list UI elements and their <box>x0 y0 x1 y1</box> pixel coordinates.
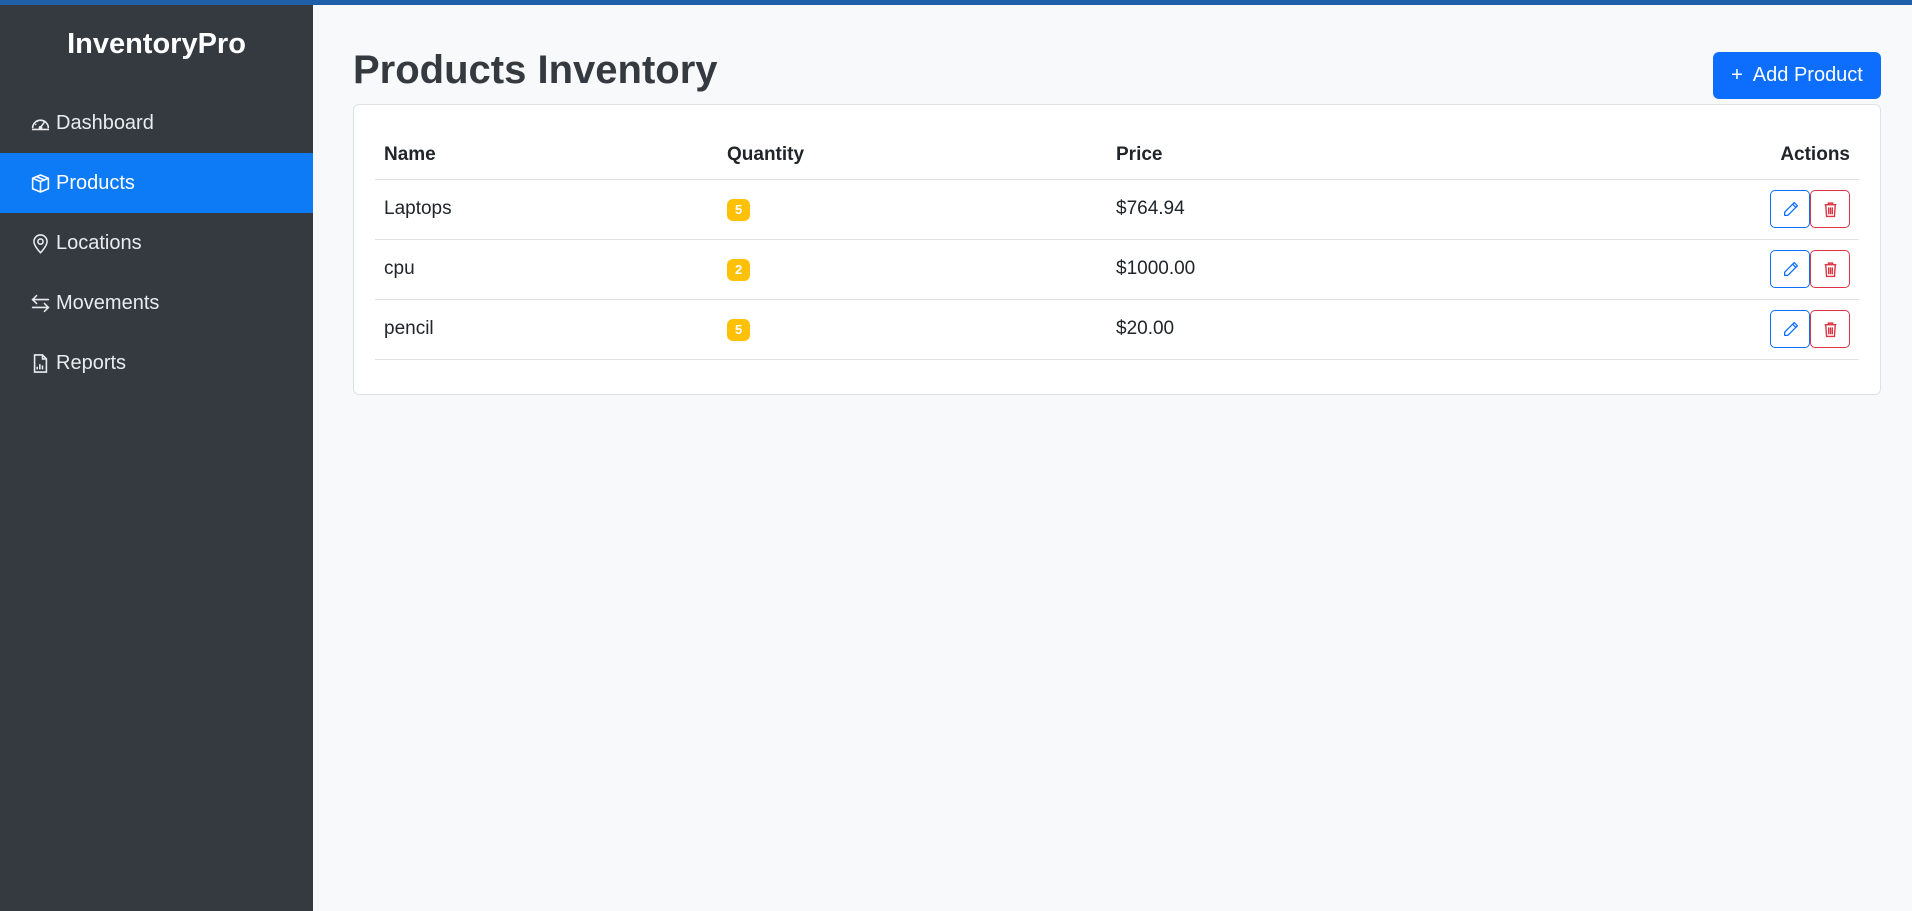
sidebar-item-products[interactable]: Products <box>0 153 313 213</box>
products-table: Name Quantity Price Actions Laptops 5 $7… <box>375 132 1859 360</box>
quantity-badge: 5 <box>727 198 751 221</box>
sidebar-item-dashboard[interactable]: Dashboard <box>0 93 313 153</box>
table-row: pencil 5 $20.00 <box>375 299 1859 360</box>
table-header-row: Name Quantity Price Actions <box>375 132 1859 180</box>
row-actions <box>1607 239 1859 300</box>
add-product-label: Add Product <box>1752 64 1863 86</box>
trash-icon <box>1824 201 1836 217</box>
row-actions <box>1607 299 1859 360</box>
pencil-icon <box>1783 261 1798 276</box>
header-name: Name <box>375 132 718 180</box>
header-actions: Actions <box>1607 132 1859 180</box>
sidebar-item-locations[interactable]: Locations <box>0 213 313 273</box>
product-name: Laptops <box>375 179 718 240</box>
sidebar: InventoryPro Dashboard Products Location… <box>0 0 313 911</box>
sidebar-item-label: Products <box>56 171 135 194</box>
sidebar-item-label: Movements <box>56 291 160 314</box>
delete-button[interactable] <box>1810 250 1850 288</box>
header-quantity: Quantity <box>718 132 1107 180</box>
product-quantity: 5 <box>718 179 1107 240</box>
top-accent-bar <box>0 0 1912 5</box>
speedometer-icon <box>31 119 50 130</box>
row-actions <box>1607 179 1859 240</box>
box-icon <box>31 173 50 193</box>
main-content: Products Inventory + Add Product Name Qu… <box>313 0 1912 911</box>
sidebar-item-label: Reports <box>56 351 127 374</box>
edit-button[interactable] <box>1770 190 1810 228</box>
table-row: cpu 2 $1000.00 <box>375 239 1859 300</box>
table-row: Laptops 5 $764.94 <box>375 179 1859 240</box>
delete-button[interactable] <box>1810 310 1850 348</box>
sidebar-item-movements[interactable]: Movements <box>0 273 313 333</box>
page-title: Products Inventory <box>353 48 718 92</box>
sidebar-item-label: Dashboard <box>56 111 154 134</box>
product-quantity: 2 <box>718 239 1107 300</box>
plus-icon: + <box>1731 64 1743 86</box>
add-product-button[interactable]: + Add Product <box>1713 52 1881 99</box>
report-chart-icon <box>33 353 48 373</box>
trash-icon <box>1824 261 1836 277</box>
product-price: $764.94 <box>1107 179 1607 240</box>
quantity-badge: 5 <box>727 318 751 341</box>
edit-button[interactable] <box>1770 250 1810 288</box>
sidebar-nav: Dashboard Products Locations Movements R… <box>0 93 313 393</box>
arrows-exchange-icon <box>31 294 50 312</box>
delete-button[interactable] <box>1810 190 1850 228</box>
product-quantity: 5 <box>718 299 1107 360</box>
app-brand: InventoryPro <box>67 28 246 60</box>
trash-icon <box>1824 321 1836 337</box>
product-name: pencil <box>375 299 718 360</box>
products-card: Name Quantity Price Actions Laptops 5 $7… <box>353 104 1881 395</box>
product-price: $20.00 <box>1107 299 1607 360</box>
sidebar-item-reports[interactable]: Reports <box>0 333 313 393</box>
sidebar-item-label: Locations <box>56 231 142 254</box>
pencil-icon <box>1783 321 1798 336</box>
header-price: Price <box>1107 132 1607 180</box>
product-name: cpu <box>375 239 718 300</box>
map-pin-icon <box>33 233 48 254</box>
product-price: $1000.00 <box>1107 239 1607 300</box>
quantity-badge: 2 <box>727 258 751 281</box>
pencil-icon <box>1783 201 1798 216</box>
edit-button[interactable] <box>1770 310 1810 348</box>
